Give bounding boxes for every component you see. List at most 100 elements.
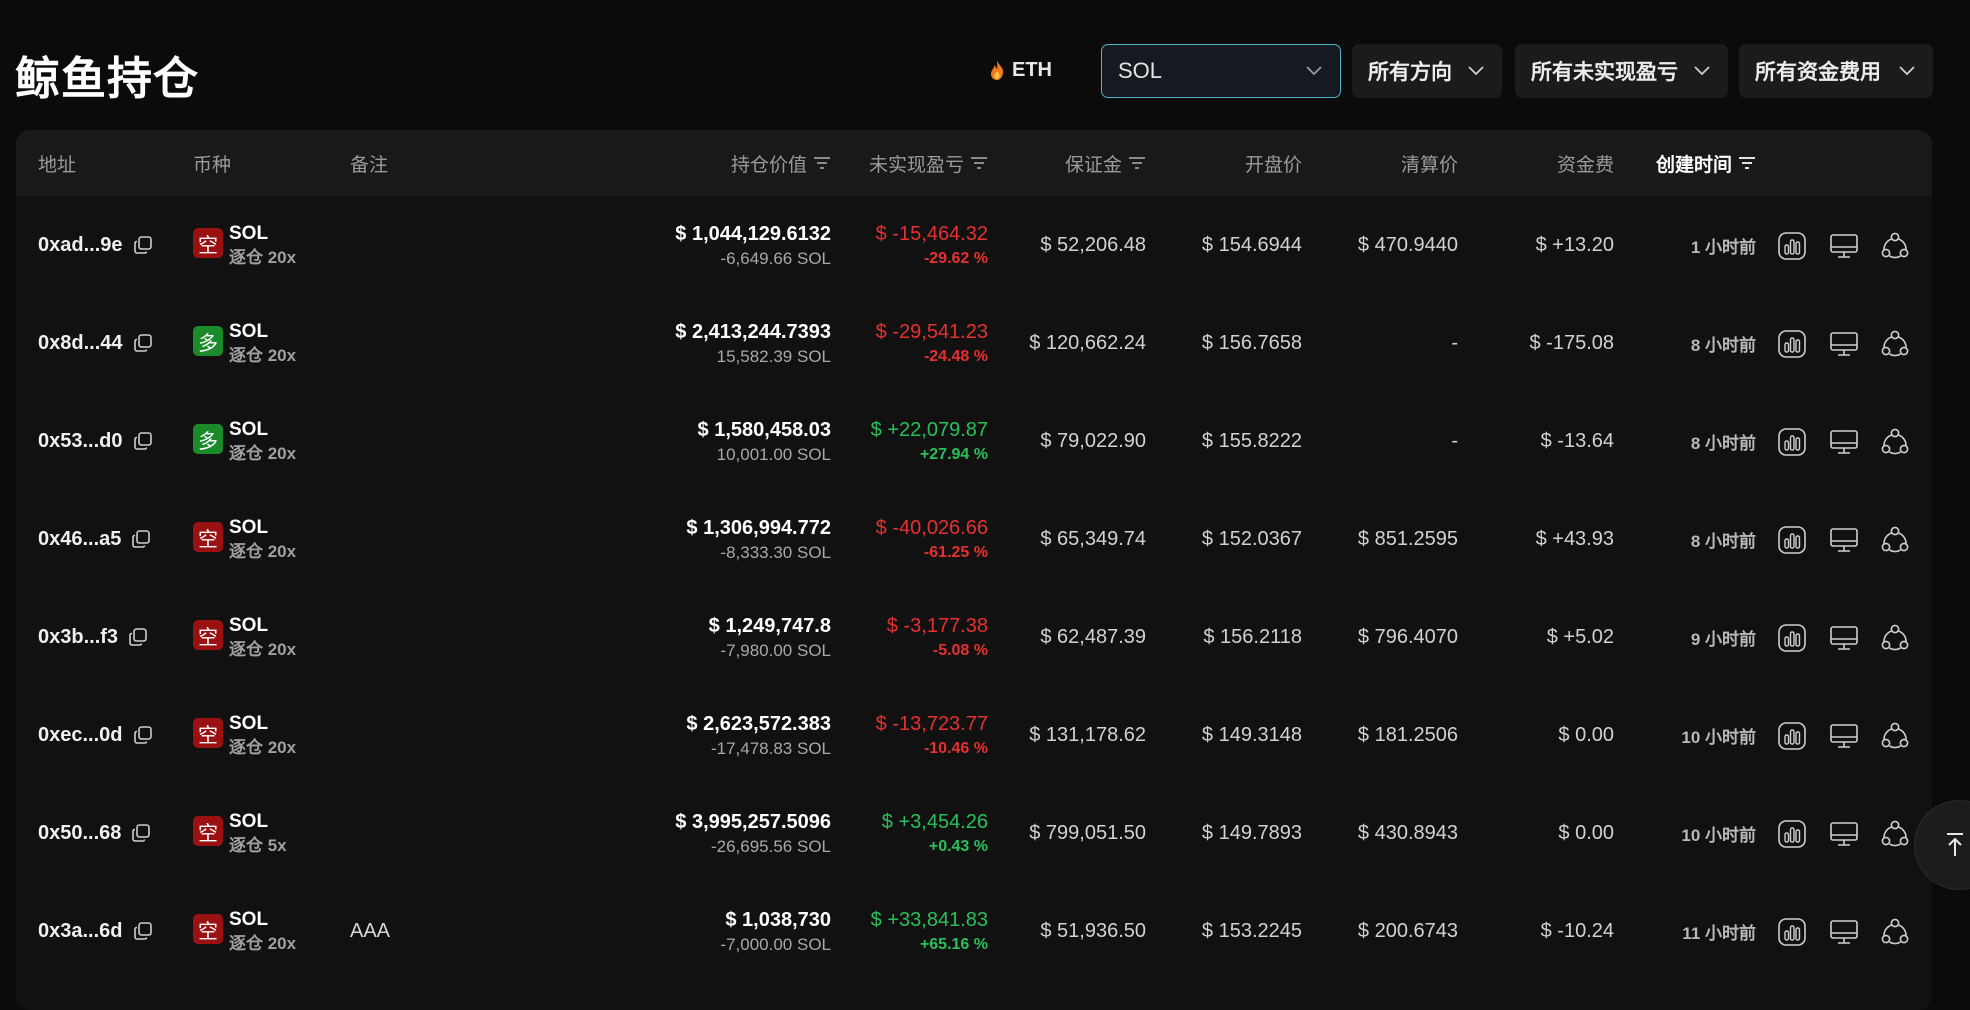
address-cell[interactable]: 0x8d...44 xyxy=(38,294,153,392)
coin-cell: 空 SOL 逐仓 20x xyxy=(193,614,296,664)
direction-badge: 空 xyxy=(193,816,223,846)
address-cell[interactable]: 0xec...0d xyxy=(38,686,153,784)
address-cell[interactable]: 0x3b...f3 xyxy=(38,588,148,686)
monitor-icon[interactable] xyxy=(1829,231,1859,261)
page-title: 鲸鱼持仓 xyxy=(15,53,200,104)
monitor-icon[interactable] xyxy=(1829,819,1859,849)
address-text[interactable]: 0xec...0d xyxy=(38,724,123,747)
direction-select[interactable]: 所有方向 xyxy=(1352,44,1502,98)
address-cell[interactable]: 0x53...d0 xyxy=(38,392,153,490)
direction-badge: 空 xyxy=(193,620,223,650)
monitor-icon[interactable] xyxy=(1829,427,1859,457)
address-text[interactable]: 0xad...9e xyxy=(38,234,123,257)
copy-icon[interactable] xyxy=(131,823,151,843)
coin-name: SOL xyxy=(229,419,269,440)
leverage-text: 逐仓 20x xyxy=(229,738,297,757)
header-funding: 资金费 xyxy=(1556,154,1614,176)
header-address: 地址 xyxy=(38,154,77,176)
address-text[interactable]: 0x3a...6d xyxy=(38,920,123,943)
margin-value: $ 131,178.62 xyxy=(1029,723,1146,746)
header-created-time-label: 创建时间 xyxy=(1656,154,1733,176)
chart-icon[interactable] xyxy=(1777,329,1807,359)
address-cell[interactable]: 0xad...9e xyxy=(38,196,153,294)
coin-cell: 多 SOL 逐仓 20x xyxy=(193,418,296,468)
share-icon[interactable] xyxy=(1880,427,1910,457)
funding-select[interactable]: 所有资金费用 xyxy=(1739,44,1933,98)
chart-icon[interactable] xyxy=(1777,819,1807,849)
leverage-text: 逐仓 20x xyxy=(229,934,297,953)
fire-icon xyxy=(991,60,1004,80)
copy-icon[interactable] xyxy=(128,627,148,647)
funding-value: $ -10.24 xyxy=(1540,919,1614,942)
direction-badge: 多 xyxy=(193,424,223,454)
monitor-icon[interactable] xyxy=(1829,917,1859,947)
funding-value: $ +5.02 xyxy=(1546,625,1614,648)
created-time: 8 小时前 xyxy=(1690,531,1756,551)
copy-icon[interactable] xyxy=(131,529,151,549)
table-row: 0x3b...f3 空 SOL 逐仓 20x $ 1,249,747.8 -7,… xyxy=(16,588,1932,686)
share-icon[interactable] xyxy=(1880,329,1910,359)
chevron-down-icon xyxy=(1899,66,1915,76)
leverage-text: 逐仓 20x xyxy=(229,248,297,267)
address-text[interactable]: 0x53...d0 xyxy=(38,430,123,453)
share-icon[interactable] xyxy=(1880,623,1910,653)
share-icon[interactable] xyxy=(1880,819,1910,849)
funding-value: $ -13.64 xyxy=(1540,429,1614,452)
address-text[interactable]: 0x46...a5 xyxy=(38,528,121,551)
header-created-time[interactable]: 创建时间 xyxy=(1656,130,1756,196)
share-icon[interactable] xyxy=(1880,721,1910,751)
address-cell[interactable]: 0x46...a5 xyxy=(38,490,151,588)
monitor-icon[interactable] xyxy=(1829,329,1859,359)
pnl-select-label: 所有未实现盈亏 xyxy=(1531,61,1678,84)
table-row: 0x3a...6d 空 SOL 逐仓 20x AAA $ 1,038,730 -… xyxy=(16,882,1932,980)
coin-cell: 空 SOL 逐仓 20x xyxy=(193,908,296,958)
chart-icon[interactable] xyxy=(1777,721,1807,751)
margin-value: $ 65,349.74 xyxy=(1040,527,1146,550)
address-text[interactable]: 0x3b...f3 xyxy=(38,626,118,649)
margin-value: $ 799,051.50 xyxy=(1029,821,1146,844)
direction-badge: 空 xyxy=(193,718,223,748)
monitor-icon[interactable] xyxy=(1829,721,1859,751)
chart-icon[interactable] xyxy=(1777,917,1807,947)
margin-value: $ 51,936.50 xyxy=(1040,919,1146,942)
margin-value: $ 52,206.48 xyxy=(1040,233,1146,256)
copy-icon[interactable] xyxy=(133,235,153,255)
address-text[interactable]: 0x8d...44 xyxy=(38,332,123,355)
chart-icon[interactable] xyxy=(1777,231,1807,261)
monitor-icon[interactable] xyxy=(1829,623,1859,653)
header-margin[interactable]: 保证金 xyxy=(936,130,1146,196)
funding-value: $ +43.93 xyxy=(1535,527,1614,550)
filter-icon xyxy=(1739,157,1756,169)
address-text[interactable]: 0x50...68 xyxy=(38,822,121,845)
chevron-down-icon xyxy=(1694,66,1710,76)
coin-cell: 空 SOL 逐仓 20x xyxy=(193,712,296,762)
copy-icon[interactable] xyxy=(133,921,153,941)
chart-icon[interactable] xyxy=(1777,623,1807,653)
direction-badge: 空 xyxy=(193,228,223,258)
coin-search-select[interactable]: SOL xyxy=(1101,44,1341,98)
share-icon[interactable] xyxy=(1880,525,1910,555)
copy-icon[interactable] xyxy=(133,431,153,451)
share-icon[interactable] xyxy=(1880,231,1910,261)
address-cell[interactable]: 0x3a...6d xyxy=(38,882,153,980)
chart-icon[interactable] xyxy=(1777,427,1807,457)
eth-quick-filter[interactable]: ETH xyxy=(990,50,1052,90)
chart-icon[interactable] xyxy=(1777,525,1807,555)
header-note: 备注 xyxy=(350,154,389,176)
share-icon[interactable] xyxy=(1880,917,1910,947)
copy-icon[interactable] xyxy=(133,725,153,745)
direction-badge: 空 xyxy=(193,522,223,552)
margin-value: $ 120,662.24 xyxy=(1029,331,1146,354)
table-header: 地址 币种 备注 持仓价值 未实现盈亏 保证金 开盘价 清算价 资金费 创建时间 xyxy=(16,130,1932,196)
pnl-select[interactable]: 所有未实现盈亏 xyxy=(1515,44,1728,98)
table-row: 0x50...68 空 SOL 逐仓 5x $ 3,995,257.5096 -… xyxy=(16,784,1932,882)
coin-cell: 多 SOL 逐仓 20x xyxy=(193,320,296,370)
header-coin: 币种 xyxy=(193,154,232,176)
monitor-icon[interactable] xyxy=(1829,525,1859,555)
coin-name: SOL xyxy=(229,223,269,244)
copy-icon[interactable] xyxy=(133,333,153,353)
funding-value: $ 0.00 xyxy=(1558,821,1614,844)
table-row: 0x8d...44 多 SOL 逐仓 20x $ 2,413,244.7393 … xyxy=(16,294,1932,392)
address-cell[interactable]: 0x50...68 xyxy=(38,784,151,882)
coin-name: SOL xyxy=(229,811,269,832)
